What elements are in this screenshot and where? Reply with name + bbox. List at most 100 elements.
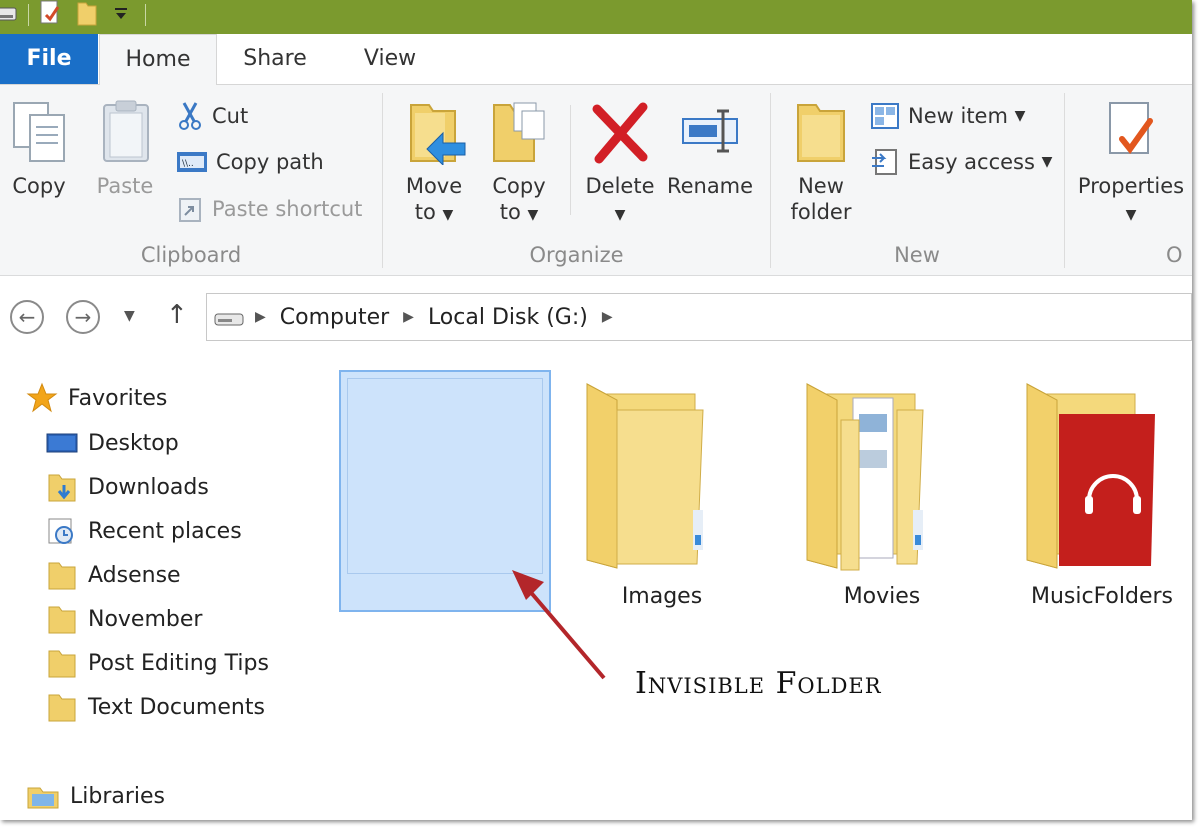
- tab-share[interactable]: Share: [225, 34, 325, 84]
- move-to-button[interactable]: Move to ▼: [398, 99, 470, 228]
- nav-item-label: Adsense: [88, 562, 181, 588]
- folder-label: Movies: [843, 584, 921, 609]
- dropdown-caret-icon: ▼: [442, 207, 454, 223]
- cut-button[interactable]: Cut: [176, 99, 248, 133]
- chevron-down-icon: ▼: [124, 308, 135, 324]
- new-folder-label-2: folder: [790, 200, 852, 224]
- cut-label: Cut: [212, 104, 249, 128]
- up-button[interactable]: ↑: [166, 300, 188, 330]
- nav-item-label: November: [88, 606, 203, 632]
- rename-label: Rename: [666, 174, 754, 198]
- breadcrumb-chevron-icon[interactable]: ▶: [602, 309, 613, 325]
- copy-button[interactable]: Copy: [6, 99, 72, 199]
- move-to-icon: [410, 104, 466, 165]
- folder-icon: [48, 694, 76, 722]
- breadcrumb-chevron-icon[interactable]: ▶: [403, 309, 414, 325]
- group-separator: [1064, 93, 1065, 268]
- group-separator: [570, 105, 571, 215]
- navigation-bar: ← → ▼ ↑ ▶ Computer ▶ Local Disk (G:) ▶: [0, 290, 1192, 346]
- new-item-icon: [871, 103, 899, 129]
- up-arrow-icon: ↑: [166, 300, 188, 330]
- libraries-icon: [27, 787, 59, 809]
- qat-separator: [145, 4, 146, 26]
- properties-qat-icon[interactable]: [37, 0, 63, 31]
- easy-access-button[interactable]: Easy access ▼: [870, 145, 1052, 179]
- nav-desktop[interactable]: Desktop: [46, 423, 179, 463]
- paste-shortcut-button[interactable]: Paste shortcut: [176, 192, 362, 226]
- new-item-label: New item: [908, 104, 1008, 128]
- nav-recent-places[interactable]: Recent places: [46, 511, 242, 551]
- address-bar[interactable]: ▶ Computer ▶ Local Disk (G:) ▶: [206, 293, 1192, 341]
- nav-favorites[interactable]: Favorites: [26, 378, 167, 418]
- nav-item-label: Post Editing Tips: [88, 650, 269, 676]
- dropdown-caret-icon: ▼: [1041, 154, 1053, 170]
- folder-icon: [48, 562, 76, 590]
- recent-locations-dropdown[interactable]: ▼: [124, 308, 135, 324]
- nav-item-label: Downloads: [88, 474, 209, 500]
- customize-qat-icon[interactable]: [113, 3, 129, 27]
- new-folder-icon: [797, 104, 845, 162]
- paste-label: Paste: [96, 174, 154, 198]
- breadcrumb-local-disk[interactable]: Local Disk (G:): [428, 305, 588, 330]
- nav-item-label: Recent places: [88, 518, 242, 544]
- back-arrow-icon: ←: [18, 305, 36, 329]
- nav-text-documents[interactable]: Text Documents: [46, 687, 265, 727]
- folder-movies[interactable]: Movies: [797, 370, 967, 609]
- copy-label: Copy: [12, 174, 66, 198]
- open-group-label: O: [1166, 243, 1183, 267]
- ribbon-tabs: File Home Share View: [0, 34, 1192, 86]
- copy-path-icon: \\..: [177, 152, 207, 172]
- tab-view[interactable]: View: [345, 34, 435, 84]
- navigation-pane: Favorites Desktop Downloads Recent place…: [0, 360, 300, 820]
- move-to-label-1: Move: [405, 174, 463, 198]
- copy-path-button[interactable]: \\.. Copy path: [176, 145, 324, 179]
- folder-icon: [48, 650, 76, 678]
- group-separator: [382, 93, 383, 268]
- invisible-folder-annotation: Invisible Folder: [635, 666, 882, 701]
- nav-november[interactable]: November: [46, 599, 202, 639]
- recent-places-icon: [48, 518, 73, 544]
- paste-button[interactable]: Paste: [90, 99, 160, 199]
- new-folder-button[interactable]: New folder: [786, 99, 856, 225]
- nav-post-editing-tips[interactable]: Post Editing Tips: [46, 643, 269, 683]
- copy-to-button[interactable]: Copy to ▼: [486, 99, 552, 228]
- breadcrumb-computer[interactable]: Computer: [280, 305, 389, 330]
- copy-path-label: Copy path: [216, 150, 324, 174]
- nav-downloads[interactable]: Downloads: [46, 467, 209, 507]
- tab-file[interactable]: File: [0, 34, 98, 84]
- forward-button[interactable]: →: [66, 300, 100, 334]
- breadcrumb-chevron-icon[interactable]: ▶: [255, 309, 266, 325]
- properties-label: Properties: [1077, 174, 1185, 198]
- back-button[interactable]: ←: [10, 300, 44, 334]
- properties-button[interactable]: Properties ▼: [1076, 99, 1186, 228]
- star-icon: [26, 382, 58, 413]
- new-folder-qat-icon[interactable]: [75, 0, 99, 31]
- qat-separator: [28, 4, 29, 26]
- drive-icon: [214, 313, 244, 326]
- desktop-icon: [46, 433, 78, 453]
- new-item-button[interactable]: New item ▼: [870, 99, 1025, 133]
- scissors-icon: [179, 102, 201, 130]
- paste-shortcut-icon: [179, 198, 201, 222]
- easy-access-icon: [872, 149, 897, 175]
- folder-with-files-icon: [806, 383, 924, 571]
- organize-group-label: Organize: [529, 243, 624, 267]
- nav-adsense[interactable]: Adsense: [46, 555, 181, 595]
- new-folder-label-1: New: [798, 174, 844, 198]
- dropdown-caret-icon: ▼: [527, 207, 539, 223]
- copy-to-label-1: Copy: [492, 174, 546, 198]
- tab-home[interactable]: Home: [99, 34, 217, 86]
- quick-access-toolbar: [0, 0, 154, 30]
- clipboard-group-label: Clipboard: [140, 243, 242, 267]
- delete-button[interactable]: Delete ▼: [582, 99, 658, 228]
- favorites-label: Favorites: [68, 385, 168, 411]
- system-drive-icon[interactable]: [0, 2, 20, 28]
- content-pane: Images Movies MusicFolders Invisible Fol…: [305, 360, 1192, 820]
- nav-item-label: Text Documents: [88, 694, 265, 720]
- folder-musicfolders[interactable]: MusicFolders: [1017, 370, 1187, 609]
- rename-icon: [682, 109, 738, 153]
- title-bar: [0, 0, 1192, 34]
- properties-icon: [1109, 102, 1153, 154]
- rename-button[interactable]: Rename: [666, 99, 754, 199]
- nav-libraries[interactable]: Libraries: [26, 776, 165, 816]
